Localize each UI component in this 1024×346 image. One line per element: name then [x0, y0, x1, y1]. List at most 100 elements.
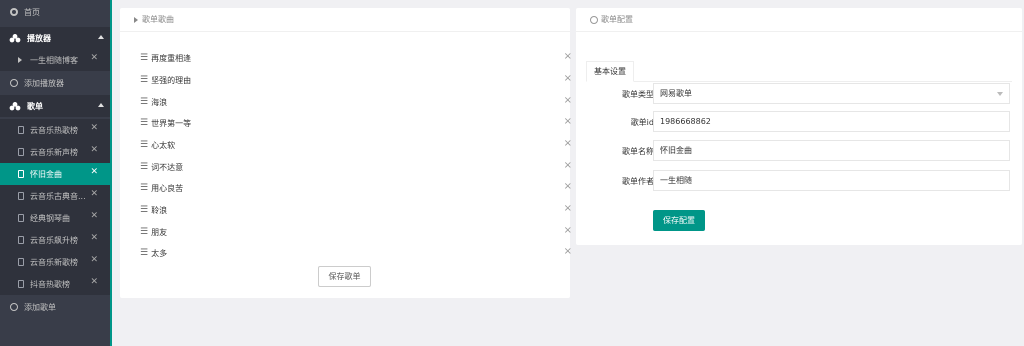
song-row[interactable]: ☰ 心太软 ×: [140, 137, 572, 153]
drag-handle-icon[interactable]: ☰: [140, 97, 148, 107]
doc-icon: [18, 192, 24, 200]
tab-basic-settings[interactable]: 基本设置: [586, 61, 634, 82]
nav-add-player-label: 添加播放器: [24, 78, 64, 88]
playlist-name-input[interactable]: 怀旧金曲: [653, 140, 1010, 161]
nav-playlist-item-label: 云音乐热歌榜: [30, 125, 78, 135]
config-panel-title: 歌单配置: [601, 15, 633, 24]
doc-icon: [18, 236, 24, 244]
drag-handle-icon[interactable]: ☰: [140, 248, 148, 258]
song-row[interactable]: ☰ 海浪 ×: [140, 94, 572, 110]
field-label: 歌单类型: [622, 90, 654, 99]
song-title: 朋友: [151, 227, 168, 237]
close-icon[interactable]: ✕: [90, 189, 98, 199]
song-title: 聆浪: [151, 205, 168, 215]
delete-icon[interactable]: ×: [564, 226, 572, 236]
close-icon[interactable]: ✕: [90, 255, 98, 265]
playlist-icon: [9, 101, 21, 110]
player-icon: [9, 33, 21, 42]
nav-playlist-item-label: 经典钢琴曲: [30, 213, 70, 223]
song-row[interactable]: ☰ 太多 ×: [140, 245, 572, 261]
delete-icon[interactable]: ×: [564, 204, 572, 214]
close-icon[interactable]: ✕: [90, 123, 98, 133]
delete-icon[interactable]: ×: [564, 161, 572, 171]
song-title: 海浪: [151, 97, 168, 107]
drag-handle-icon[interactable]: ☰: [140, 227, 148, 237]
sidebar: 首页 播放器 一生相随博客 ✕ 添加播放器 歌单 云音乐热歌榜 ✕ 云音乐新声榜…: [0, 0, 112, 346]
nav-add-playlist[interactable]: 添加歌单: [0, 295, 110, 319]
delete-icon[interactable]: ×: [564, 52, 572, 62]
close-icon[interactable]: ✕: [90, 233, 98, 243]
delete-icon[interactable]: ×: [564, 182, 572, 192]
nav-player-item-label: 一生相随博客: [30, 55, 78, 65]
nav-section-playlist[interactable]: 歌单: [0, 95, 110, 117]
delete-icon[interactable]: ×: [564, 247, 572, 257]
add-circle-icon: [10, 79, 18, 87]
song-row[interactable]: ☰ 坚强的理由 ×: [140, 72, 572, 88]
nav-add-player[interactable]: 添加播放器: [0, 71, 110, 95]
nav-section-player-label: 播放器: [27, 33, 51, 43]
song-row[interactable]: ☰ 聆浪 ×: [140, 202, 572, 218]
close-icon[interactable]: ✕: [90, 277, 98, 287]
songs-panel: 歌单歌曲 ☰ 再度重相逢 × ☰ 坚强的理由 × ☰ 海浪 × ☰ 世界第一等 …: [120, 8, 572, 298]
song-row[interactable]: ☰ 朋友 ×: [140, 224, 572, 240]
playlist-author-input[interactable]: 一生相随: [653, 170, 1010, 191]
triangle-icon: [134, 16, 138, 23]
drag-handle-icon[interactable]: ☰: [140, 118, 148, 128]
nav-playlist-item[interactable]: 云音乐古典音... ✕: [0, 185, 110, 207]
song-row[interactable]: ☰ 用心良苦 ×: [140, 180, 572, 196]
drag-handle-icon[interactable]: ☰: [140, 183, 148, 193]
save-config-button[interactable]: 保存配置: [653, 210, 705, 231]
song-row[interactable]: ☰ 再度重相逢 ×: [140, 50, 572, 66]
nav-home[interactable]: 首页: [0, 0, 110, 24]
songs-panel-header: 歌单歌曲: [120, 8, 570, 32]
close-icon[interactable]: ✕: [90, 211, 98, 221]
nav-playlist-item[interactable]: 抖音热歌榜 ✕: [0, 273, 110, 295]
form-row-id: 歌单id 1986668862: [576, 111, 1022, 133]
form-row-type: 歌单类型 网易歌单: [576, 83, 1022, 105]
delete-icon[interactable]: ×: [564, 117, 572, 127]
drag-handle-icon[interactable]: ☰: [140, 162, 148, 172]
delete-icon[interactable]: ×: [564, 139, 572, 149]
add-circle-icon: [10, 303, 18, 311]
collapse-arrow-icon[interactable]: [98, 35, 104, 39]
close-icon[interactable]: ✕: [90, 167, 98, 177]
collapse-arrow-icon[interactable]: [98, 103, 104, 107]
drag-handle-icon[interactable]: ☰: [140, 75, 148, 85]
nav-player-item[interactable]: 一生相随博客 ✕: [0, 49, 110, 71]
play-icon: [18, 57, 22, 63]
song-title: 再度重相逢: [151, 53, 192, 63]
song-row[interactable]: ☰ 世界第一等 ×: [140, 115, 572, 131]
delete-icon[interactable]: ×: [564, 74, 572, 84]
form-row-author: 歌单作者 一生相随: [576, 170, 1022, 192]
song-row[interactable]: ☰ 词不达意 ×: [140, 159, 572, 175]
drag-handle-icon[interactable]: ☰: [140, 205, 148, 215]
nav-home-label: 首页: [24, 7, 40, 17]
tab-bar: 基本设置: [586, 61, 1012, 82]
drag-handle-icon[interactable]: ☰: [140, 140, 148, 150]
nav-playlist-item[interactable]: 云音乐新歌榜 ✕: [0, 251, 110, 273]
close-icon[interactable]: ✕: [90, 53, 98, 63]
nav-section-player[interactable]: 播放器: [0, 27, 110, 49]
nav-playlist-item-label: 云音乐古典音...: [30, 191, 86, 201]
song-title: 坚强的理由: [151, 75, 192, 85]
song-title: 世界第一等: [151, 118, 192, 128]
field-label: 歌单名称: [622, 147, 654, 156]
config-panel: 歌单配置 基本设置 歌单类型 网易歌单 歌单id 1986668862 歌单名称…: [576, 8, 1022, 245]
nav-playlist-item[interactable]: 云音乐新声榜 ✕: [0, 141, 110, 163]
delete-icon[interactable]: ×: [564, 96, 572, 106]
save-playlist-button[interactable]: 保存歌单: [318, 266, 371, 287]
nav-playlist-item-label: 云音乐新歌榜: [30, 257, 78, 267]
nav-playlist-item[interactable]: 云音乐飙升榜 ✕: [0, 229, 110, 251]
nav-playlist-item[interactable]: 云音乐热歌榜 ✕: [0, 119, 110, 141]
playlist-id-input[interactable]: 1986668862: [653, 111, 1010, 132]
nav-playlist-item-label: 抖音热歌榜: [30, 279, 70, 289]
close-icon[interactable]: ✕: [90, 145, 98, 155]
doc-icon: [18, 170, 24, 178]
songs-panel-title: 歌单歌曲: [142, 15, 174, 24]
nav-playlist-item-active[interactable]: 怀旧金曲 ✕: [0, 163, 110, 185]
nav-playlist-item-label: 云音乐新声榜: [30, 147, 78, 157]
field-label: 歌单id: [630, 118, 654, 127]
nav-playlist-item[interactable]: 经典钢琴曲 ✕: [0, 207, 110, 229]
drag-handle-icon[interactable]: ☰: [140, 53, 148, 63]
playlist-type-select[interactable]: 网易歌单: [653, 83, 1010, 104]
